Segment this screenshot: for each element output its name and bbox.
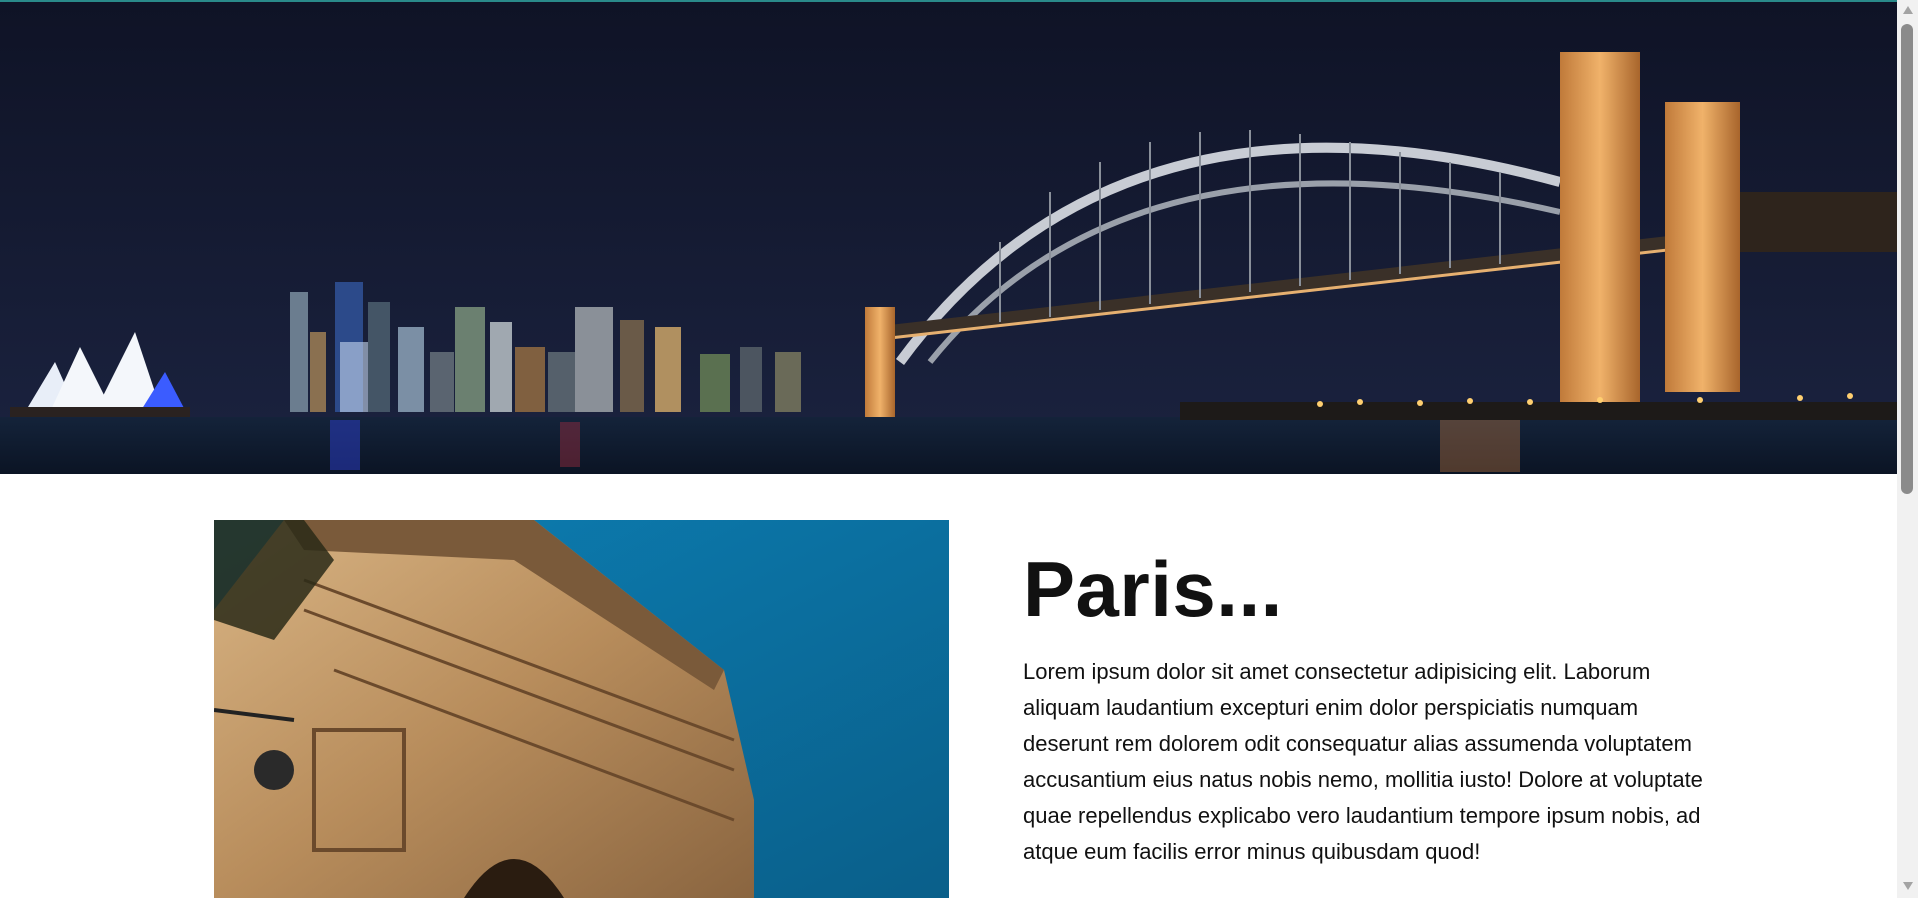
- vertical-scrollbar[interactable]: [1897, 0, 1918, 898]
- arc-de-triomphe-illustration: [214, 520, 949, 898]
- city-text: Paris... Lorem ipsum dolor sit amet cons…: [1023, 544, 1713, 870]
- city-section: Paris... Lorem ipsum dolor sit amet cons…: [0, 474, 1897, 898]
- scroll-thumb[interactable]: [1901, 24, 1913, 494]
- city-photo: [214, 520, 949, 898]
- hero-banner-image: [0, 2, 1897, 474]
- city-title: Paris...: [1023, 545, 1283, 633]
- city-description: Lorem ipsum dolor sit amet consectetur a…: [1023, 659, 1703, 864]
- scroll-down-arrow-icon[interactable]: [1903, 882, 1913, 890]
- scroll-up-arrow-icon[interactable]: [1903, 6, 1913, 14]
- sydney-harbour-illustration: [0, 2, 1897, 474]
